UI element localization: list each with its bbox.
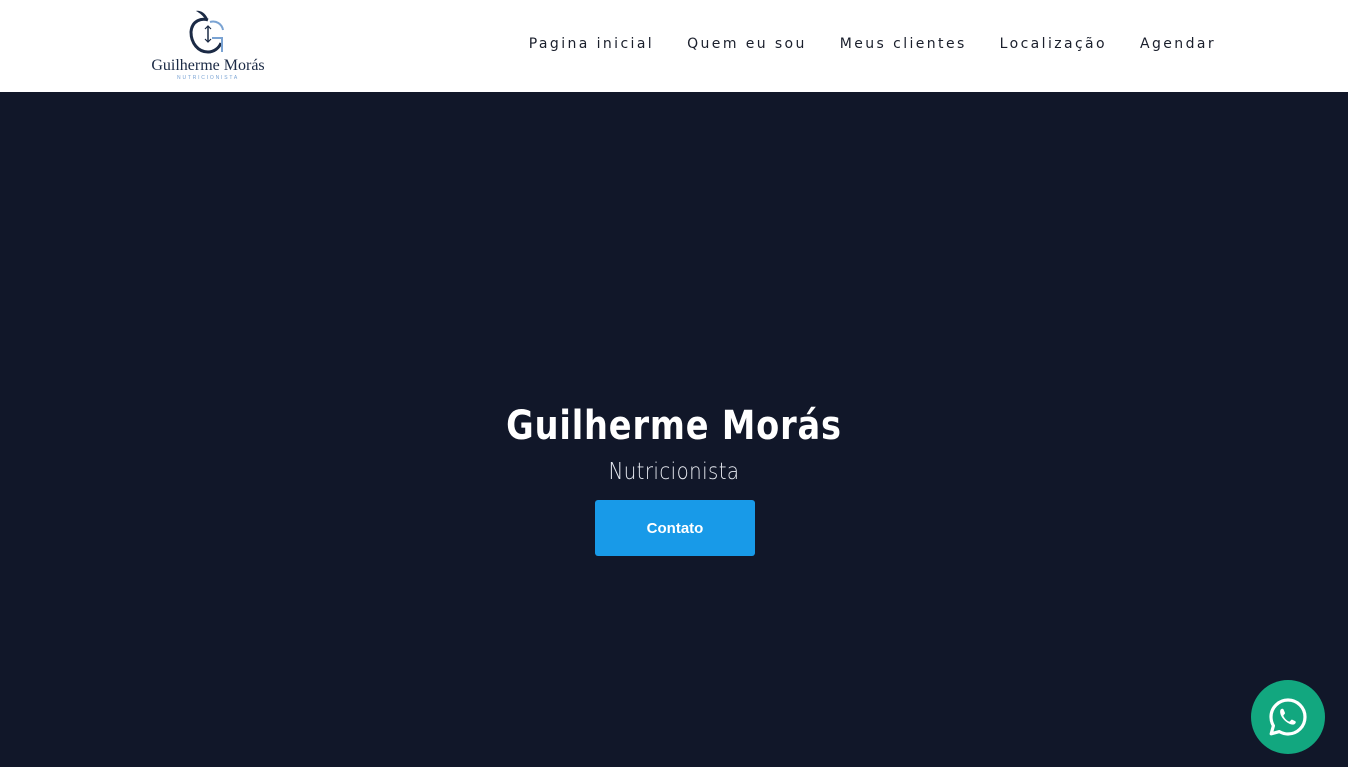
logo-tagline: NUTRICIONISTA xyxy=(177,75,239,81)
brand-logo[interactable]: Guilherme Morás NUTRICIONISTA xyxy=(146,8,270,84)
nav-item-quem-eu-sou[interactable]: Quem eu sou xyxy=(687,36,807,52)
contact-button[interactable]: Contato xyxy=(595,500,755,556)
nav-item-localizacao[interactable]: Localização xyxy=(1000,36,1107,52)
hero-title: Guilherme Morás xyxy=(506,403,842,449)
whatsapp-button[interactable] xyxy=(1251,680,1325,754)
apple-g-icon xyxy=(189,10,224,54)
nav-item-agendar[interactable]: Agendar xyxy=(1140,36,1216,52)
nav-item-meus-clientes[interactable]: Meus clientes xyxy=(840,36,967,52)
hero-subtitle: Nutricionista xyxy=(608,459,740,485)
main-nav: Pagina inicial Quem eu sou Meus clientes… xyxy=(529,36,1216,52)
nav-item-pagina-inicial[interactable]: Pagina inicial xyxy=(529,36,654,52)
hero-section: Guilherme Morás Nutricionista Contato xyxy=(0,92,1348,767)
whatsapp-icon xyxy=(1269,698,1307,736)
site-header: Guilherme Morás NUTRICIONISTA Pagina ini… xyxy=(0,0,1348,92)
logo-name: Guilherme Morás xyxy=(151,57,265,74)
